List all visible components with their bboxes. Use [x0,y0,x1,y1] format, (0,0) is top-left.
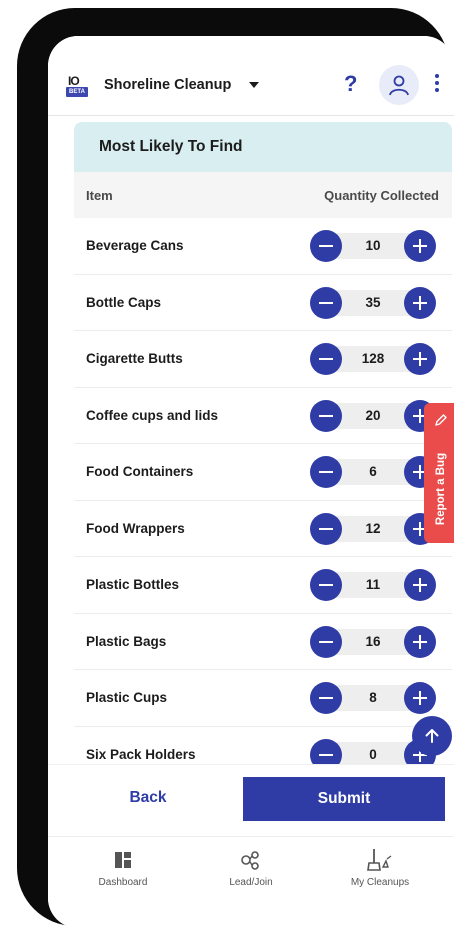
item-name: Food Wrappers [86,520,185,536]
quantity-stepper: 6 [310,456,436,488]
quantity-stepper: 8 [310,682,436,714]
dashboard-icon [115,852,131,868]
more-options-icon[interactable] [434,74,440,94]
item-row: Plastic Cups 8 [74,670,452,727]
quantity-stepper: 10 [310,230,436,262]
lead-join-icon [241,851,259,870]
plus-button[interactable] [404,286,436,319]
quantity-stepper: 128 [310,343,436,375]
scroll-to-top-button[interactable] [412,716,452,756]
back-button[interactable]: Back [88,783,208,813]
quantity-stepper: 11 [310,569,436,601]
item-name: Plastic Bags [86,633,167,649]
quantity-stepper: 16 [310,625,436,658]
submit-button[interactable]: Submit [243,777,445,821]
item-row: Plastic Bags 16 [74,613,452,670]
item-name: Plastic Bottles [86,577,180,592]
plus-button[interactable] [404,343,436,375]
pencil-icon [435,414,447,426]
item-row: Coffee cups and lids 20 [74,387,452,444]
user-avatar-button[interactable] [379,65,419,105]
column-item-label: Item [86,188,113,203]
item-row: Plastic Bottles 11 [74,557,452,614]
app-logo[interactable]: IO BETA [66,75,88,99]
app-screen: IO BETA Shoreline Cleanup ? Most Likely … [48,36,454,928]
help-icon[interactable]: ? [344,71,357,97]
user-icon [389,75,409,96]
item-name: Food Containers [86,464,194,479]
beta-badge: BETA [66,87,88,97]
report-bug-label: Report a Bug [435,452,447,526]
item-row: Cigarette Butts 128 [74,331,452,388]
item-name: Plastic Cups [86,690,168,705]
item-row: Food Containers 6 [74,444,452,501]
item-row: Food Wrappers 12 [74,500,452,557]
arrow-up-icon [425,729,439,743]
phone-frame: IO BETA Shoreline Cleanup ? Most Likely … [17,8,454,928]
app-header: IO BETA Shoreline Cleanup ? [48,36,454,116]
action-bar: Back Submit [48,764,454,830]
plus-button[interactable] [404,682,436,714]
nav-item-my-cleanups[interactable]: My Cleanups [320,847,440,888]
column-header: Item Quantity Collected [74,172,452,218]
quantity-stepper: 20 [310,399,436,432]
item-name: Coffee cups and lids [86,407,219,423]
chevron-down-icon[interactable] [249,82,259,88]
item-name: Six Pack Holders [86,746,196,762]
plus-button[interactable] [404,230,436,262]
bottom-nav: Dashboard Lead/Join My Cleanups [48,836,454,928]
nav-item-dashboard[interactable]: Dashboard [63,847,183,888]
logo-text: IO [68,74,80,88]
item-name: Cigarette Butts [86,351,183,366]
items-card: Most Likely To Find Item Quantity Collec… [74,122,452,774]
plus-button[interactable] [404,569,436,601]
column-quantity-label: Quantity Collected [324,188,439,203]
nav-label-lead-join: Lead/Join [229,877,273,888]
item-row: Beverage Cans 10 [74,218,452,275]
program-name[interactable]: Shoreline Cleanup [104,77,231,93]
plus-button[interactable] [404,625,436,658]
item-name: Bottle Caps [86,294,162,310]
nav-item-lead-join[interactable]: Lead/Join [191,847,311,888]
quantity-stepper: 12 [310,512,436,545]
nav-label-dashboard: Dashboard [98,877,148,888]
nav-label-my-cleanups: My Cleanups [350,877,410,888]
item-row: Bottle Caps 35 [74,274,452,331]
card-title: Most Likely To Find [74,122,452,172]
item-name: Beverage Cans [86,238,184,253]
quantity-stepper: 35 [310,286,436,319]
report-bug-button[interactable]: Report a Bug [424,403,454,543]
cleanup-icon [367,849,392,871]
